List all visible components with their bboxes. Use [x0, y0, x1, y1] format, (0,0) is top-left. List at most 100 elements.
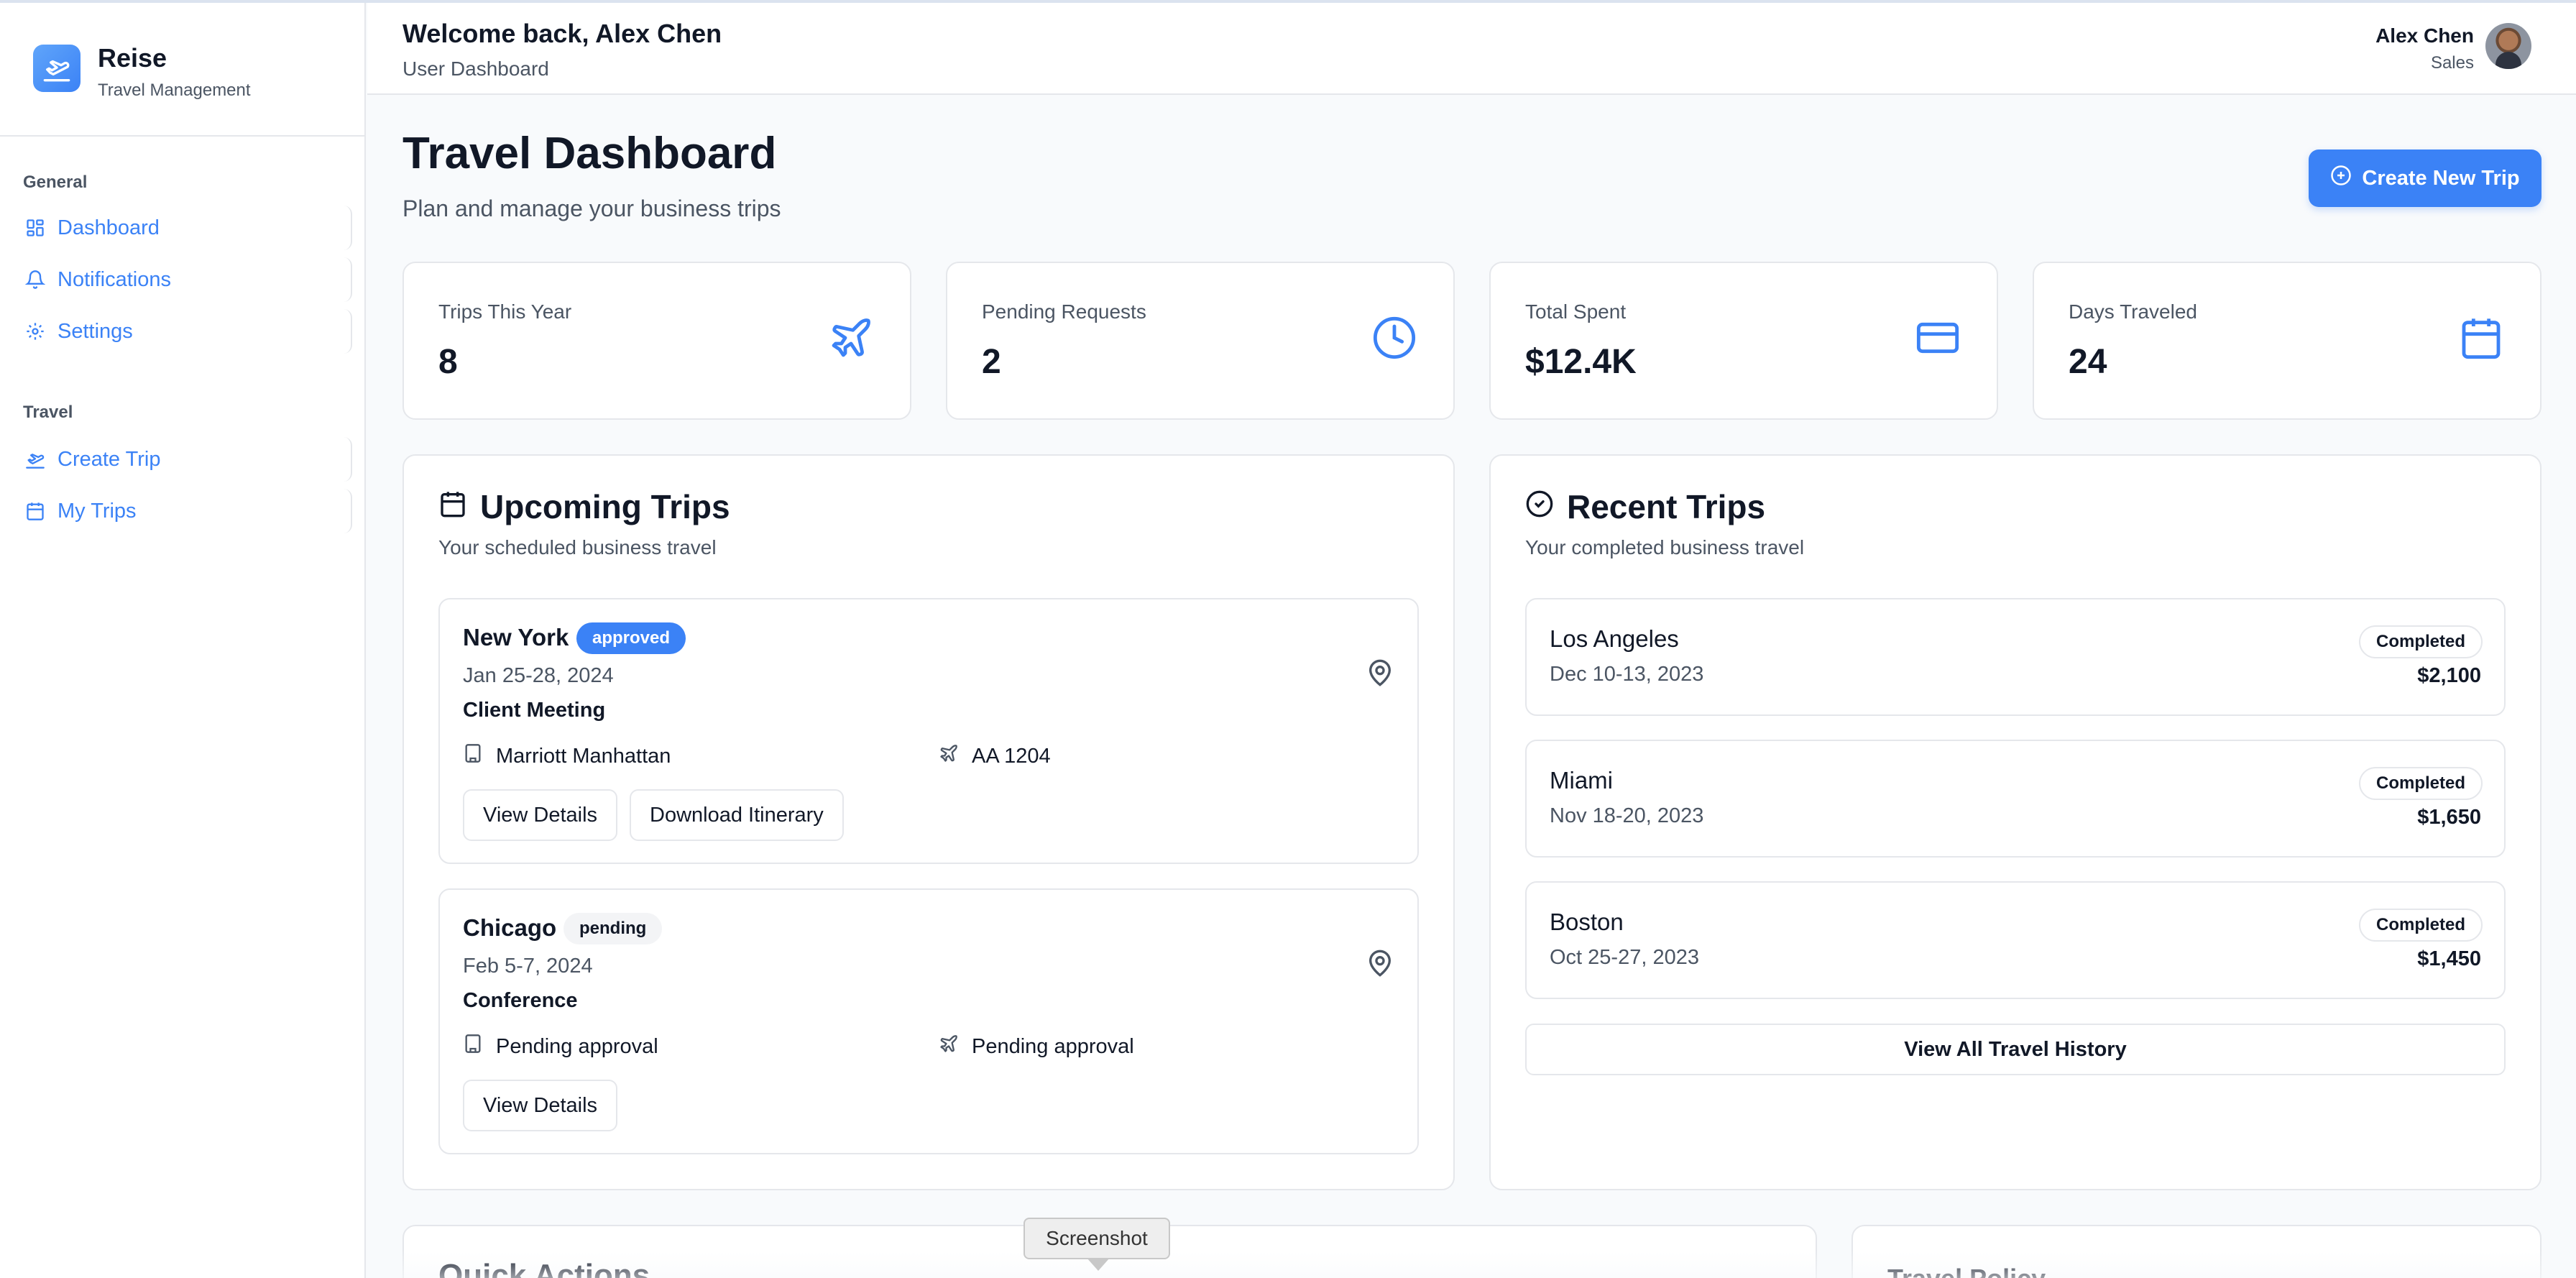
stat-label: Days Traveled	[2069, 300, 2197, 323]
page-title: Travel Dashboard	[402, 129, 777, 178]
screenshot-tooltip: Screenshot	[1024, 1218, 1170, 1271]
trip-city: Miami	[1550, 767, 1613, 794]
upcoming-trips-card: Upcoming Trips Your scheduled business t…	[402, 454, 1455, 1190]
stat-value: 8	[438, 343, 458, 381]
brand-name: Reise	[98, 43, 167, 73]
credit-card-icon	[1915, 315, 1961, 361]
hotel-detail: Pending approval	[463, 1034, 658, 1059]
travel-policy-title: Travel Policy	[1887, 1264, 2046, 1278]
plane-icon	[939, 743, 959, 769]
trip-dates: Feb 5-7, 2024	[463, 955, 593, 978]
user-role: Sales	[2430, 53, 2474, 73]
flight-detail: AA 1204	[939, 743, 1051, 769]
building-icon	[463, 1034, 483, 1059]
recent-trips-title: Recent Trips	[1525, 487, 1765, 526]
top-header: Welcome back, Alex Chen User Dashboard A…	[367, 3, 2576, 95]
sidebar-item-notifications[interactable]: Notifications	[14, 257, 352, 302]
nav-group-travel: Travel	[23, 403, 73, 422]
download-itinerary-button[interactable]: Download Itinerary	[630, 789, 844, 841]
calendar-icon	[2458, 315, 2504, 361]
stat-card-pending: Pending Requests 2	[946, 262, 1455, 420]
stat-card-spent: Total Spent $12.4K	[1489, 262, 1998, 420]
header-subtitle: User Dashboard	[402, 58, 549, 80]
trip-dates: Nov 18-20, 2023	[1550, 804, 1704, 827]
bell-icon	[23, 267, 47, 292]
recent-trip-los-angeles[interactable]: Los Angeles Dec 10-13, 2023 Completed $2…	[1525, 598, 2506, 716]
upcoming-trips-subtitle: Your scheduled business travel	[438, 536, 717, 558]
status-badge: Completed	[2358, 767, 2483, 800]
status-badge: Completed	[2358, 909, 2483, 942]
view-all-travel-history-button[interactable]: View All Travel History	[1525, 1024, 2506, 1075]
stat-label: Total Spent	[1525, 300, 1627, 323]
trip-dates: Jan 25-28, 2024	[463, 664, 614, 687]
trip-city: Chicago	[463, 914, 557, 941]
recent-trips-subtitle: Your completed business travel	[1525, 536, 1805, 558]
trip-amount: $1,650	[2417, 806, 2481, 829]
create-new-trip-label: Create New Trip	[2362, 166, 2520, 190]
stat-value: $12.4K	[1525, 343, 1637, 381]
travel-policy-card: Travel Policy	[1852, 1225, 2542, 1278]
plane-icon	[828, 315, 874, 361]
sidebar-item-label: My Trips	[58, 499, 137, 523]
sidebar-item-label: Settings	[58, 319, 133, 343]
sidebar: Reise Travel Management General Dashboar…	[0, 3, 366, 1278]
clock-icon	[1371, 315, 1417, 361]
view-details-button[interactable]: View Details	[463, 789, 618, 841]
trip-amount: $1,450	[2417, 947, 2481, 970]
calendar-icon	[23, 499, 47, 523]
welcome-text: Welcome back, Alex Chen	[402, 19, 722, 48]
plus-circle-icon	[2330, 165, 2352, 192]
recent-trip-miami[interactable]: Miami Nov 18-20, 2023 Completed $1,650	[1525, 740, 2506, 858]
calendar-icon	[438, 487, 467, 526]
avatar[interactable]	[2485, 23, 2531, 69]
nav-group-general: General	[23, 173, 88, 192]
page-subtitle: Plan and manage your business trips	[402, 196, 781, 221]
dashboard-icon	[23, 216, 47, 240]
gear-icon	[23, 319, 47, 344]
stat-card-days: Days Traveled 24	[2033, 262, 2542, 420]
trip-dates: Dec 10-13, 2023	[1550, 663, 1704, 686]
trip-purpose: Conference	[463, 989, 578, 1012]
sidebar-item-create-trip[interactable]: Create Trip	[14, 437, 352, 482]
trip-card-chicago: Chicago pending Feb 5-7, 2024 Conference…	[438, 888, 1419, 1154]
status-badge: approved	[576, 622, 686, 654]
hotel-detail: Marriott Manhattan	[463, 743, 671, 769]
trip-amount: $2,100	[2417, 664, 2481, 687]
trip-dates: Oct 25-27, 2023	[1550, 946, 1699, 969]
stat-value: 2	[982, 343, 1001, 381]
sidebar-item-label: Dashboard	[58, 216, 160, 239]
flight-detail: Pending approval	[939, 1034, 1134, 1059]
map-pin-icon[interactable]	[1366, 947, 1394, 979]
recent-trips-card: Recent Trips Your completed business tra…	[1489, 454, 2542, 1190]
sidebar-item-label: Notifications	[58, 267, 171, 291]
quick-actions-title: Quick Actions	[438, 1258, 650, 1278]
sidebar-item-dashboard[interactable]: Dashboard	[14, 206, 352, 250]
sidebar-item-settings[interactable]: Settings	[14, 309, 352, 354]
trip-card-new-york: New York approved Jan 25-28, 2024 Client…	[438, 598, 1419, 864]
stat-value: 24	[2069, 343, 2107, 381]
sidebar-item-my-trips[interactable]: My Trips	[14, 489, 352, 533]
hotel-name: Pending approval	[496, 1034, 658, 1058]
map-pin-icon[interactable]	[1366, 657, 1394, 689]
flight-number: AA 1204	[972, 744, 1051, 768]
stat-card-trips: Trips This Year 8	[402, 262, 911, 420]
sidebar-item-label: Create Trip	[58, 447, 161, 471]
plane-takeoff-icon	[23, 447, 47, 472]
upcoming-trips-title-text: Upcoming Trips	[480, 488, 730, 525]
trip-city: New York	[463, 624, 569, 651]
create-new-trip-button[interactable]: Create New Trip	[2309, 150, 2542, 207]
status-badge: pending	[564, 913, 663, 944]
stat-label: Pending Requests	[982, 300, 1146, 323]
brand-subtitle: Travel Management	[98, 81, 251, 100]
user-name: Alex Chen	[2375, 24, 2474, 47]
stat-label: Trips This Year	[438, 300, 572, 323]
flight-number: Pending approval	[972, 1034, 1134, 1058]
view-details-button[interactable]: View Details	[463, 1080, 618, 1131]
recent-trips-title-text: Recent Trips	[1567, 488, 1766, 525]
plane-logo-icon	[33, 45, 80, 92]
trip-purpose: Client Meeting	[463, 699, 606, 722]
upcoming-trips-title: Upcoming Trips	[438, 487, 730, 526]
plane-icon	[939, 1034, 959, 1059]
status-badge: Completed	[2358, 625, 2483, 658]
recent-trip-boston[interactable]: Boston Oct 25-27, 2023 Completed $1,450	[1525, 881, 2506, 999]
